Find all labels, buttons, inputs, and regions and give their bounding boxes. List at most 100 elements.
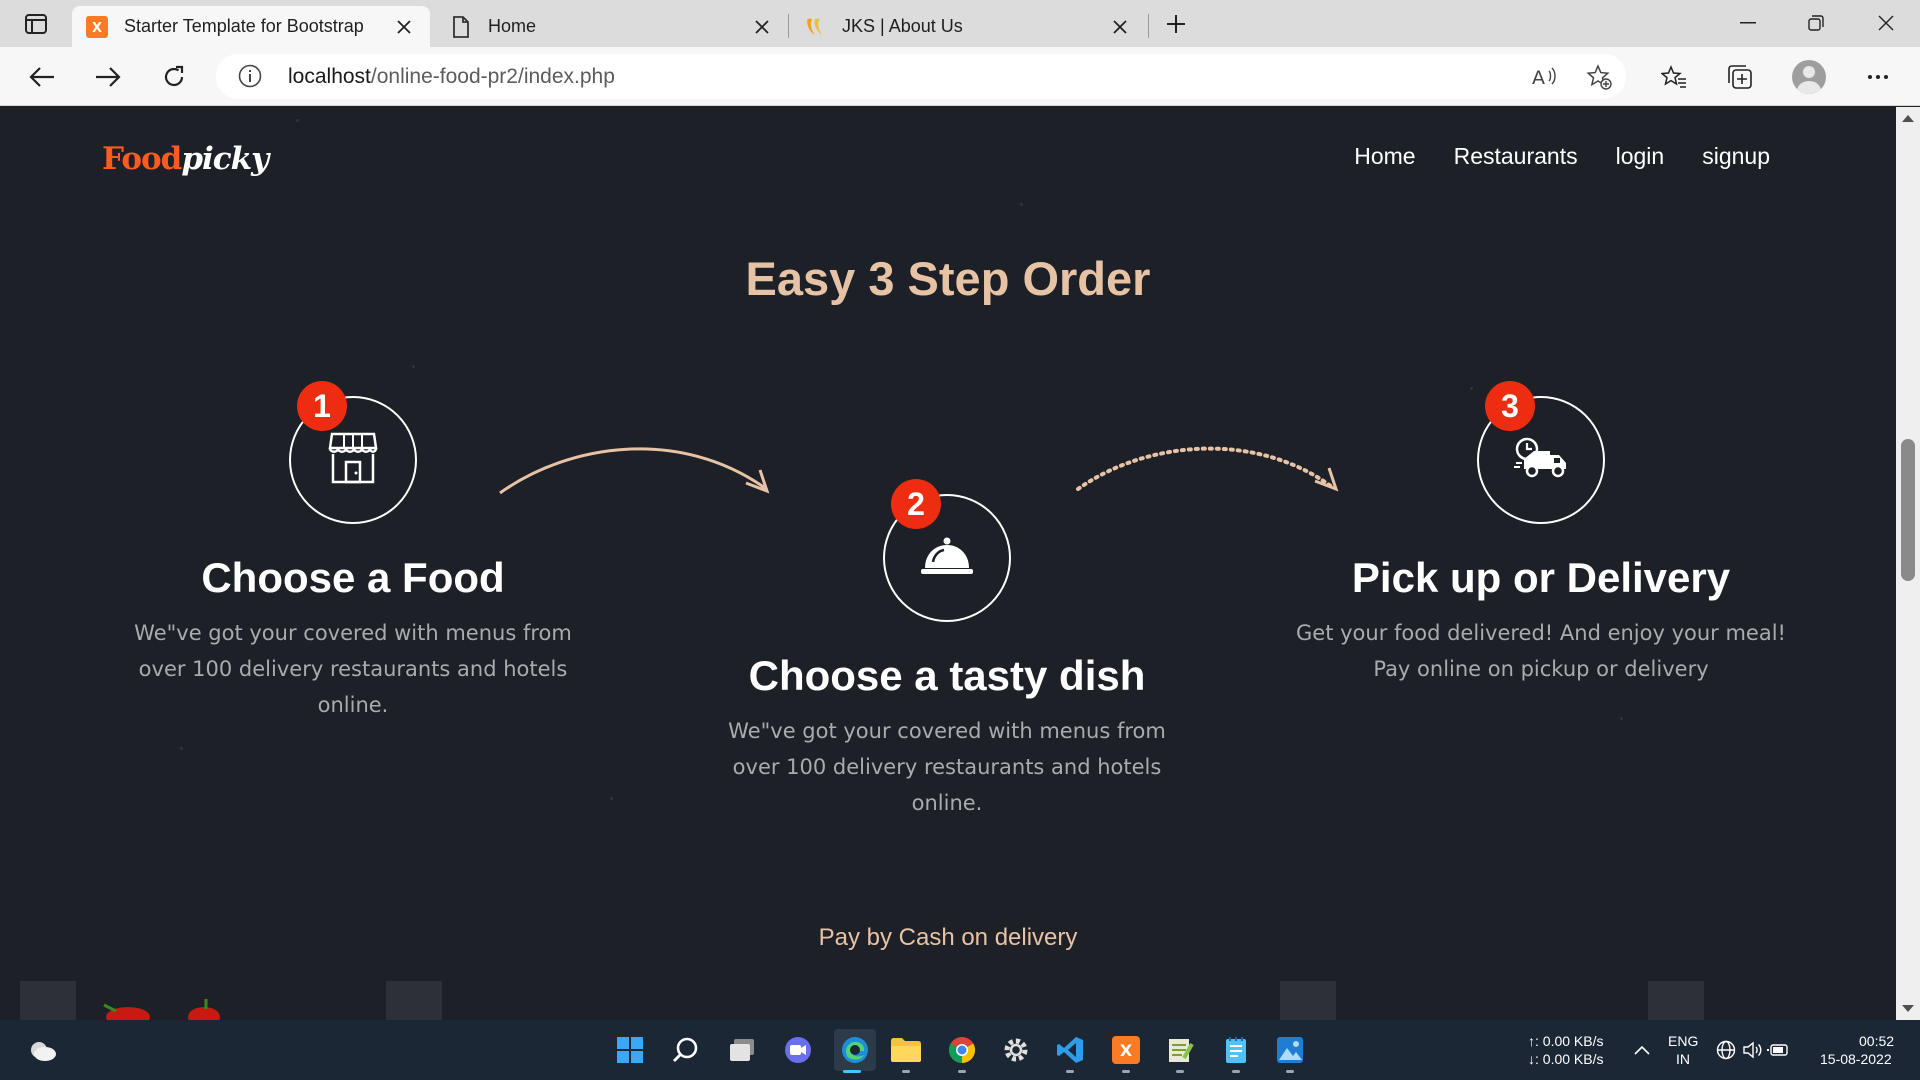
file-explorer-icon[interactable] bbox=[890, 1034, 922, 1066]
step-3-description: Get your food delivered! And enjoy your … bbox=[1296, 621, 1786, 681]
site-logo[interactable]: Foodpicky bbox=[102, 141, 269, 177]
texture-speck bbox=[412, 365, 415, 368]
network-upload-speed: ↑: 0.00 KB/s bbox=[1528, 1033, 1604, 1049]
running-app-indicator bbox=[958, 1070, 966, 1073]
vscode-icon[interactable] bbox=[1054, 1034, 1086, 1066]
store-icon bbox=[328, 432, 378, 489]
tab-title: Starter Template for Bootstrap bbox=[124, 16, 364, 36]
svg-text:X: X bbox=[1120, 1041, 1133, 1060]
language-region[interactable]: IN bbox=[1676, 1050, 1690, 1068]
read-aloud-icon[interactable]: A bbox=[1532, 64, 1558, 90]
nav-restaurants-link[interactable]: Restaurants bbox=[1454, 143, 1578, 170]
favorites-icon[interactable] bbox=[1656, 59, 1692, 95]
texture-speck bbox=[1020, 203, 1023, 206]
chevron-up-icon[interactable] bbox=[1626, 1034, 1658, 1066]
tab-actions-icon[interactable] bbox=[16, 10, 56, 38]
minimize-icon[interactable] bbox=[1718, 0, 1778, 46]
decor-block bbox=[20, 981, 76, 1020]
settings-gear-icon[interactable] bbox=[1000, 1034, 1032, 1066]
decor-block bbox=[1280, 981, 1336, 1020]
close-icon[interactable] bbox=[1108, 15, 1132, 39]
section-title: Easy 3 Step Order bbox=[745, 252, 1151, 305]
task-view-icon[interactable] bbox=[726, 1034, 758, 1066]
decor-block bbox=[386, 981, 442, 1020]
step-3-badge: 3 bbox=[1485, 381, 1535, 431]
close-icon[interactable] bbox=[750, 15, 774, 39]
chrome-icon[interactable] bbox=[946, 1034, 978, 1066]
battery-icon[interactable] bbox=[1766, 1034, 1790, 1066]
page-icon bbox=[450, 15, 472, 38]
back-icon[interactable] bbox=[24, 59, 60, 95]
tab-home[interactable]: Home bbox=[436, 6, 788, 47]
add-favorite-icon[interactable] bbox=[1586, 64, 1612, 90]
site-nav: Home Restaurants login signup bbox=[1354, 143, 1770, 170]
scroll-down-icon[interactable] bbox=[1902, 1005, 1914, 1012]
xampp-icon[interactable]: X bbox=[1110, 1034, 1142, 1066]
new-tab-button[interactable] bbox=[1160, 8, 1192, 40]
tab-jks-about[interactable]: JKS | About Us bbox=[790, 6, 1146, 47]
edge-icon[interactable] bbox=[834, 1029, 876, 1071]
chat-icon[interactable] bbox=[782, 1034, 814, 1066]
logo-part-picky: picky bbox=[181, 141, 269, 177]
logo-part-food: Food bbox=[102, 141, 182, 177]
running-app-indicator bbox=[902, 1070, 910, 1073]
site-info-icon[interactable] bbox=[238, 64, 262, 88]
texture-speck bbox=[610, 797, 613, 800]
delivery-truck-icon bbox=[1514, 437, 1568, 484]
food-cloche-icon bbox=[921, 536, 973, 581]
curved-arrow-icon bbox=[499, 447, 770, 495]
running-app-indicator bbox=[1122, 1070, 1130, 1073]
volume-icon[interactable] bbox=[1740, 1034, 1764, 1066]
step-2-description: We"ve got your covered with menus from o… bbox=[728, 719, 1166, 815]
payment-note: Pay by Cash on delivery bbox=[818, 924, 1078, 951]
close-window-icon[interactable] bbox=[1856, 0, 1916, 46]
svg-text:A: A bbox=[1532, 67, 1545, 89]
scroll-up-icon[interactable] bbox=[1902, 115, 1914, 122]
more-options-icon[interactable] bbox=[1860, 59, 1896, 95]
forward-icon[interactable] bbox=[90, 59, 126, 95]
collections-icon[interactable] bbox=[1722, 59, 1758, 95]
step-3-title: Pick up or Delivery bbox=[1351, 554, 1731, 601]
windows-start-icon[interactable] bbox=[614, 1034, 646, 1066]
chili-pepper-icon bbox=[103, 999, 220, 1020]
tab-title: Home bbox=[488, 16, 537, 36]
texture-speck bbox=[180, 747, 183, 750]
clock-time[interactable]: 00:52 bbox=[1859, 1032, 1894, 1050]
step-2-title: Choose a tasty dish bbox=[748, 652, 1146, 699]
notepad-icon[interactable] bbox=[1220, 1034, 1252, 1066]
page-scrollbar[interactable] bbox=[1896, 107, 1920, 1020]
tab-starter-template[interactable]: X Starter Template for Bootstrap bbox=[72, 6, 430, 47]
jks-logo-icon bbox=[804, 16, 826, 38]
profile-avatar[interactable] bbox=[1792, 60, 1826, 94]
tab-title: JKS | About Us bbox=[842, 16, 963, 36]
texture-speck bbox=[296, 119, 299, 122]
language-code[interactable]: ENG bbox=[1668, 1032, 1698, 1050]
url-host: localhost bbox=[288, 65, 371, 88]
refresh-icon[interactable] bbox=[156, 59, 192, 95]
browser-toolbar: localhost/online-food-pr2/index.php A bbox=[0, 47, 1920, 106]
clock-date[interactable]: 15-08-2022 bbox=[1820, 1050, 1892, 1068]
xampp-icon: X bbox=[86, 15, 108, 38]
close-icon[interactable] bbox=[392, 15, 416, 39]
running-app-indicator bbox=[1286, 1070, 1294, 1073]
globe-icon[interactable] bbox=[1714, 1034, 1738, 1066]
scrollbar-thumb[interactable] bbox=[1901, 439, 1915, 581]
photos-icon[interactable] bbox=[1274, 1034, 1306, 1066]
restore-icon[interactable] bbox=[1786, 0, 1846, 46]
active-app-indicator bbox=[843, 1070, 861, 1073]
nav-signup-link[interactable]: signup bbox=[1702, 143, 1770, 170]
step-1-description: We"ve got your covered with menus from o… bbox=[134, 621, 572, 717]
running-app-indicator bbox=[1176, 1070, 1184, 1073]
step-1-badge: 1 bbox=[297, 381, 347, 431]
notepad-plus-icon[interactable] bbox=[1164, 1034, 1196, 1066]
search-icon[interactable] bbox=[670, 1034, 702, 1066]
nav-login-link[interactable]: login bbox=[1616, 143, 1665, 170]
step-2-badge: 2 bbox=[891, 479, 941, 529]
nav-home-link[interactable]: Home bbox=[1354, 143, 1415, 170]
tab-strip: X Starter Template for Bootstrap Home JK… bbox=[0, 0, 1920, 47]
weather-icon[interactable] bbox=[26, 1034, 58, 1066]
tab-separator bbox=[1148, 14, 1149, 38]
address-bar[interactable]: localhost/online-food-pr2/index.php A bbox=[216, 54, 1626, 99]
taskbar: X ↑: 0.00 KB/s ↓: 0.00 KB/s ENG IN 00:52… bbox=[0, 1020, 1920, 1080]
tab-separator bbox=[788, 14, 789, 38]
